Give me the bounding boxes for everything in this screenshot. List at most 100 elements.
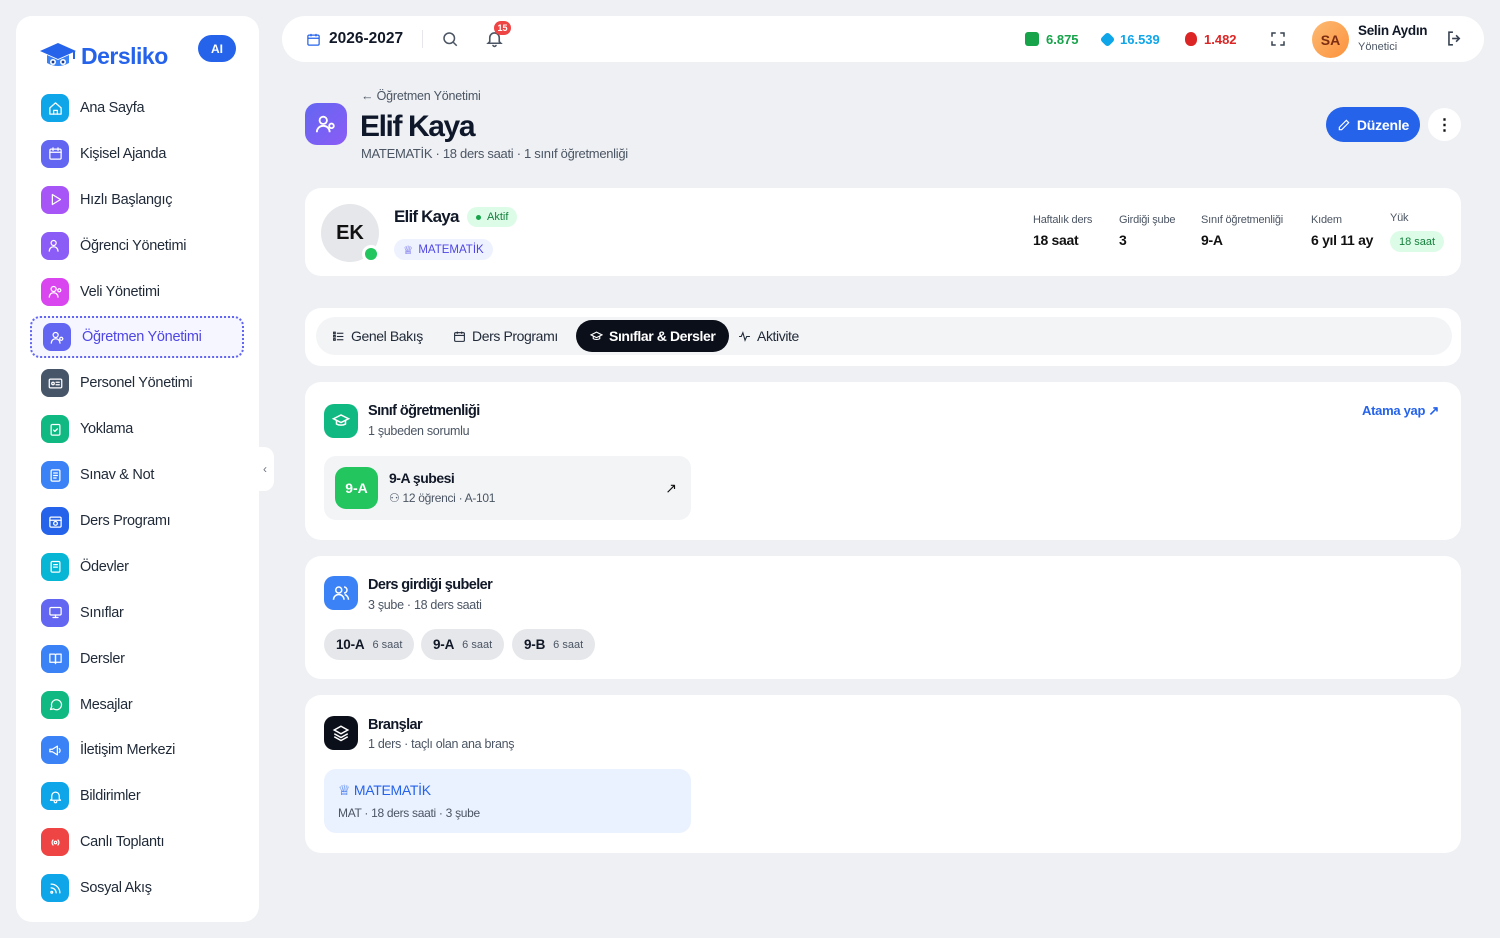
tab-schedule[interactable]: Ders Programı bbox=[439, 320, 572, 352]
fullscreen-icon[interactable] bbox=[1269, 30, 1287, 48]
sidebar-item-label: Ders Programı bbox=[80, 513, 171, 530]
chip-code: 9-A bbox=[433, 637, 455, 652]
back-link[interactable]: ← Öğretmen Yönetimi bbox=[361, 89, 481, 103]
section-subtitle: 1 ders · taçlı olan ana branş bbox=[368, 737, 515, 751]
bell-icon bbox=[41, 782, 69, 811]
stat-gem[interactable]: 16.539 bbox=[1099, 16, 1160, 62]
tab-classes-courses[interactable]: Sınıflar & Dersler bbox=[576, 320, 730, 352]
sidebar-item-label: Personel Yönetimi bbox=[80, 375, 193, 392]
section-title: Ders girdiği şubeler bbox=[368, 577, 493, 593]
logout-icon[interactable] bbox=[1445, 29, 1464, 48]
sidebar-item-users[interactable]: Öğrenci Yönetimi bbox=[30, 225, 244, 267]
logo-icon bbox=[40, 43, 76, 66]
tab-overview[interactable]: Genel Bakış bbox=[318, 320, 437, 352]
class-meta: ⚇ 12 öğrenci · A-101 bbox=[389, 491, 495, 505]
stat-homeroom: Sınıf öğretmenliği 9-A bbox=[1201, 214, 1283, 248]
sidebar-item-teacher[interactable]: Öğretmen Yönetimi bbox=[30, 316, 244, 359]
sidebar: Dersliko AI Ana Sayfa Kişisel Ajanda Hızlı… bbox=[16, 16, 259, 922]
user-avatar[interactable]: SA bbox=[1312, 21, 1349, 58]
chip-hours: 6 saat bbox=[553, 638, 584, 651]
user-role: Yönetici bbox=[1358, 41, 1398, 53]
online-status-indicator bbox=[362, 245, 380, 263]
sidebar-item-bell[interactable]: Bildirimler bbox=[30, 775, 244, 817]
section-title: Sınıf öğretmenliği bbox=[368, 403, 480, 419]
cash-icon bbox=[1025, 32, 1039, 46]
layers-icon bbox=[324, 716, 358, 750]
monitor-icon bbox=[41, 598, 69, 627]
pencil-icon bbox=[1338, 119, 1350, 130]
brand[interactable]: Dersliko bbox=[38, 36, 168, 76]
class-name: 9-A şubesi bbox=[389, 470, 455, 486]
sidebar-item-parent[interactable]: Veli Yönetimi bbox=[30, 271, 244, 313]
stat-load: Yük 18 saat bbox=[1390, 212, 1445, 252]
book-icon bbox=[41, 644, 69, 673]
section-chip-9b[interactable]: 9-B 6 saat bbox=[512, 629, 596, 660]
sidebar-item-homework[interactable]: Ödevler bbox=[30, 546, 244, 588]
sections-taught: Ders girdiği şubeler 3 şube · 18 ders sa… bbox=[305, 556, 1461, 679]
sidebar-item-label: Öğrenci Yönetimi bbox=[80, 237, 187, 254]
gem-icon bbox=[1099, 31, 1116, 47]
sidebar-item-megaphone[interactable]: İletişim Merkezi bbox=[30, 729, 244, 771]
brand-name: Dersliko bbox=[81, 42, 168, 69]
arrow-up-right-icon: ↗ bbox=[665, 480, 677, 496]
divider bbox=[422, 30, 423, 48]
branch-card[interactable]: ♕ MATEMATİK MAT · 18 ders saati · 3 şube bbox=[324, 769, 691, 833]
sidebar-collapse-button[interactable]: ‹ bbox=[256, 447, 274, 491]
broadcast-icon bbox=[41, 828, 69, 857]
calendar-icon bbox=[41, 139, 69, 168]
chip-hours: 6 saat bbox=[462, 638, 493, 651]
stat-value: 3 bbox=[1119, 232, 1127, 248]
stat-label: Sınıf öğretmenliği bbox=[1201, 214, 1283, 226]
sidebar-nav: Ana Sayfa Kişisel Ajanda Hızlı Başlangıç Öğ… bbox=[30, 87, 244, 913]
sidebar-item-exam[interactable]: Sınav & Not bbox=[30, 454, 244, 496]
stat-cash[interactable]: 6.875 bbox=[1025, 16, 1079, 62]
homeroom-class-card[interactable]: 9-A 9-A şubesi ⚇ 12 öğrenci · A-101 ↗ bbox=[324, 456, 691, 520]
sidebar-item-schedule[interactable]: Ders Programı bbox=[30, 500, 244, 542]
chip-code: 10-A bbox=[336, 637, 365, 652]
sidebar-item-message[interactable]: Mesajlar bbox=[30, 684, 244, 726]
ai-button[interactable]: AI bbox=[198, 35, 236, 62]
exam-icon bbox=[41, 461, 69, 490]
graduation-cap-icon bbox=[324, 404, 358, 438]
stat-fire-value: 1.482 bbox=[1204, 31, 1237, 47]
sidebar-item-monitor[interactable]: Sınıflar bbox=[30, 592, 244, 634]
schedule-icon bbox=[41, 507, 69, 536]
stat-label: Kıdem bbox=[1311, 214, 1342, 226]
sidebar-item-label: Kişisel Ajanda bbox=[80, 145, 167, 162]
stat-value: 6 yıl 11 ay bbox=[1311, 232, 1374, 248]
home-icon bbox=[41, 94, 69, 122]
tab-activity[interactable]: Aktivite bbox=[724, 320, 813, 352]
sidebar-item-label: Ödevler bbox=[80, 558, 129, 575]
section-chip-9a[interactable]: 9-A 6 saat bbox=[421, 629, 505, 660]
section-chip-10a[interactable]: 10-A 6 saat bbox=[324, 629, 415, 660]
page-title: Elif Kaya bbox=[360, 110, 476, 143]
stat-label: Girdiği şube bbox=[1119, 214, 1176, 226]
more-options-button[interactable]: ⋮ bbox=[1428, 108, 1461, 141]
sidebar-item-id-card[interactable]: Personel Yönetimi bbox=[30, 362, 244, 404]
sidebar-item-book[interactable]: Dersler bbox=[30, 638, 244, 680]
sidebar-item-label: Mesajlar bbox=[80, 696, 133, 713]
academic-year: 2026-2027 bbox=[329, 30, 404, 47]
branch-badge-label: MATEMATİK bbox=[418, 243, 484, 256]
branch-badge: ♕ MATEMATİK bbox=[394, 239, 493, 260]
megaphone-icon bbox=[41, 736, 69, 765]
user-name[interactable]: Selin Aydın bbox=[1358, 23, 1428, 38]
sidebar-item-calendar[interactable]: Kişisel Ajanda bbox=[30, 133, 244, 175]
assign-link[interactable]: Atama yap ↗ bbox=[1362, 403, 1439, 419]
search-icon[interactable] bbox=[441, 30, 459, 48]
stat-fire[interactable]: 1.482 bbox=[1185, 16, 1237, 62]
academic-year-selector[interactable]: 2026-2027 bbox=[306, 16, 403, 62]
activity-icon bbox=[739, 330, 750, 342]
sidebar-item-home[interactable]: Ana Sayfa bbox=[30, 87, 244, 129]
edit-button[interactable]: Düzenle bbox=[1326, 107, 1420, 142]
load-pill: 18 saat bbox=[1390, 231, 1445, 252]
sidebar-item-broadcast[interactable]: Canlı Toplantı bbox=[30, 821, 244, 863]
chevron-left-icon: ‹ bbox=[263, 462, 267, 476]
sidebar-item-play[interactable]: Hızlı Başlangıç bbox=[30, 179, 244, 221]
sidebar-item-clipboard-check[interactable]: Yoklama bbox=[30, 408, 244, 450]
users-icon bbox=[41, 231, 69, 260]
teacher-icon bbox=[43, 323, 71, 352]
sidebar-item-label: Hızlı Başlangıç bbox=[80, 191, 173, 208]
sidebar-item-label: Sınav & Not bbox=[80, 467, 155, 484]
sidebar-item-rss[interactable]: Sosyal Akış bbox=[30, 867, 244, 909]
